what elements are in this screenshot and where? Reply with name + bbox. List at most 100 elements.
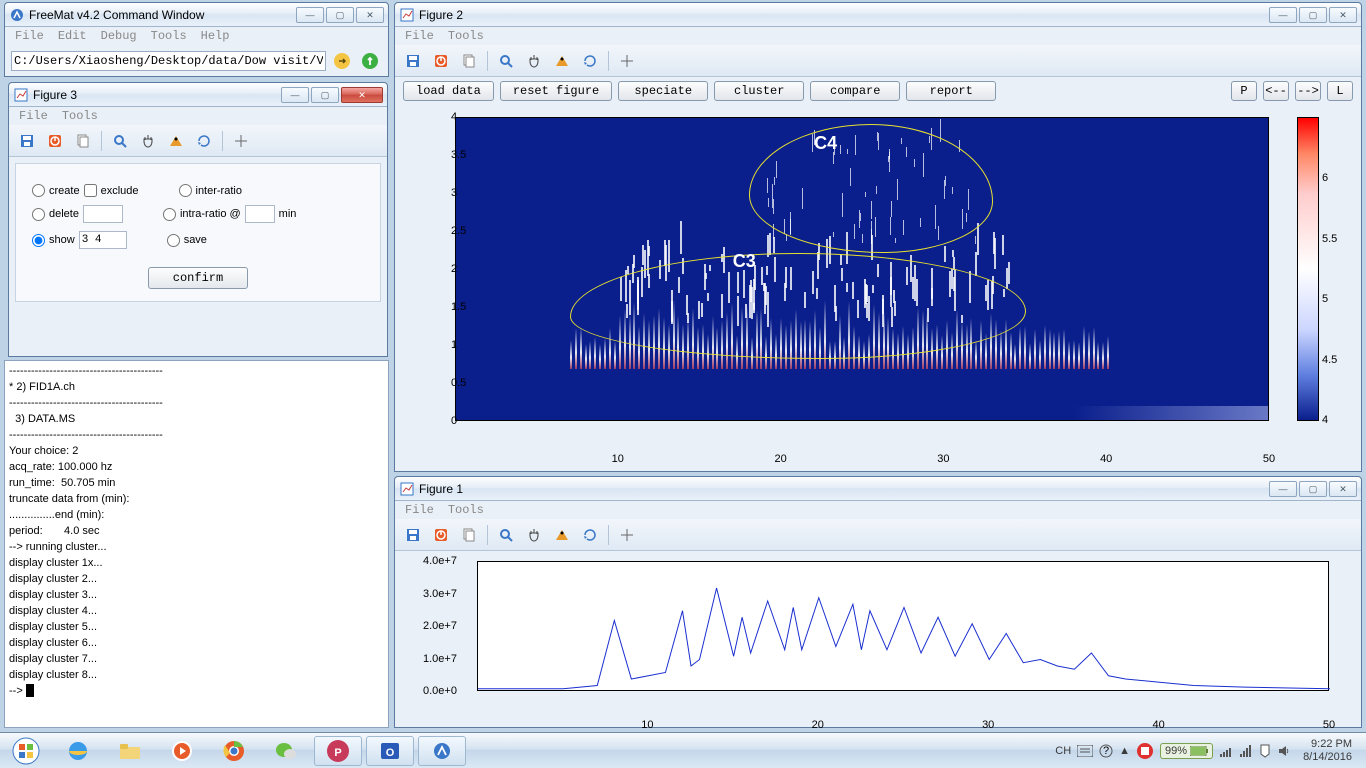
- maximize-button[interactable]: ▢: [1299, 481, 1327, 497]
- help-icon[interactable]: ?: [1099, 744, 1113, 758]
- cluster-button[interactable]: cluster: [714, 81, 804, 101]
- reset-figure-button[interactable]: reset figure: [500, 81, 612, 101]
- maximize-button[interactable]: ▢: [326, 7, 354, 23]
- crosshair-icon[interactable]: [615, 523, 639, 547]
- create-radio[interactable]: create exclude: [32, 184, 139, 197]
- menu-edit[interactable]: Edit: [52, 27, 93, 45]
- path-up-button[interactable]: [358, 49, 382, 73]
- fig3-options-panel: create exclude inter-ratio delete intra-…: [15, 163, 381, 302]
- menu-tools[interactable]: Tools: [145, 27, 193, 45]
- cmdwin-titlebar[interactable]: FreeMat v4.2 Command Window — ▢ ✕: [5, 3, 388, 27]
- wechat-icon[interactable]: [262, 736, 310, 766]
- show-input[interactable]: [79, 231, 127, 249]
- ie-icon[interactable]: [54, 736, 102, 766]
- outlook-icon[interactable]: O: [366, 736, 414, 766]
- copy-icon[interactable]: [457, 49, 481, 73]
- rotate-icon[interactable]: [192, 129, 216, 153]
- minimize-button[interactable]: —: [1269, 7, 1297, 23]
- menu-file[interactable]: File: [399, 501, 440, 519]
- chromatogram-plot[interactable]: 0.0e+01.0e+72.0e+73.0e+74.0e+71020304050: [407, 555, 1349, 715]
- chrome-icon[interactable]: [210, 736, 258, 766]
- maximize-button[interactable]: ▢: [311, 87, 339, 103]
- rotate-icon[interactable]: [578, 523, 602, 547]
- close-button[interactable]: ✕: [1329, 481, 1357, 497]
- inter-ratio-radio[interactable]: inter-ratio: [179, 184, 242, 197]
- keyboard-icon[interactable]: [1077, 745, 1093, 757]
- menu-tools[interactable]: Tools: [56, 107, 104, 125]
- close-button[interactable]: ✕: [356, 7, 384, 23]
- compare-button[interactable]: compare: [810, 81, 900, 101]
- action-center-icon[interactable]: [1259, 744, 1271, 758]
- load-data-button[interactable]: load data: [403, 81, 494, 101]
- rotate-icon[interactable]: [578, 49, 602, 73]
- start-button[interactable]: [2, 736, 50, 766]
- freemat-taskbar-icon[interactable]: [418, 736, 466, 766]
- delete-radio[interactable]: delete: [32, 205, 123, 223]
- save-icon[interactable]: [401, 49, 425, 73]
- exclude-checkbox[interactable]: [84, 184, 97, 197]
- minimize-button[interactable]: —: [296, 7, 324, 23]
- minimize-button[interactable]: —: [1269, 481, 1297, 497]
- crosshair-icon[interactable]: [229, 129, 253, 153]
- menu-file[interactable]: File: [399, 27, 440, 45]
- zoom-icon[interactable]: [494, 49, 518, 73]
- menu-help[interactable]: Help: [195, 27, 236, 45]
- fig1-titlebar[interactable]: Figure 1 — ▢ ✕: [395, 477, 1361, 501]
- explorer-icon[interactable]: [106, 736, 154, 766]
- fig3-titlebar[interactable]: Figure 3 — ▢ ✕: [9, 83, 387, 107]
- lang-indicator[interactable]: CH: [1055, 745, 1071, 757]
- battery-indicator[interactable]: 99%: [1160, 743, 1213, 759]
- close-button[interactable]: ✕: [1329, 7, 1357, 23]
- menu-debug[interactable]: Debug: [95, 27, 143, 45]
- pan-icon[interactable]: [522, 523, 546, 547]
- pan-icon[interactable]: [136, 129, 160, 153]
- heatmap-plot[interactable]: C3C4 44.555.56 00.511.522.533.5410203040…: [407, 109, 1349, 449]
- svg-text:O: O: [386, 747, 395, 759]
- menu-file[interactable]: File: [9, 27, 50, 45]
- network-icon[interactable]: [1219, 744, 1233, 758]
- nav-p-button[interactable]: P: [1231, 81, 1257, 101]
- zoom-icon[interactable]: [494, 523, 518, 547]
- menu-tools[interactable]: Tools: [442, 501, 490, 519]
- peak-icon[interactable]: [550, 523, 574, 547]
- save-icon[interactable]: [401, 523, 425, 547]
- menu-file[interactable]: File: [13, 107, 54, 125]
- crosshair-icon[interactable]: [615, 49, 639, 73]
- show-radio[interactable]: show: [32, 231, 127, 249]
- nav-l-button[interactable]: L: [1327, 81, 1353, 101]
- path-go-button[interactable]: [330, 49, 354, 73]
- volume-icon[interactable]: [1277, 744, 1291, 758]
- media-player-icon[interactable]: [158, 736, 206, 766]
- copy-icon[interactable]: [457, 523, 481, 547]
- show-hidden-icon[interactable]: ▲: [1119, 745, 1130, 757]
- peak-icon[interactable]: [164, 129, 188, 153]
- confirm-button[interactable]: confirm: [148, 267, 248, 289]
- clock[interactable]: 9:22 PM8/14/2016: [1297, 738, 1358, 764]
- minimize-button[interactable]: —: [281, 87, 309, 103]
- psiphon-icon[interactable]: P: [314, 736, 362, 766]
- maximize-button[interactable]: ▢: [1299, 7, 1327, 23]
- console-output[interactable]: ----------------------------------------…: [4, 360, 389, 728]
- intra-ratio-radio[interactable]: intra-ratio @ min: [163, 205, 296, 223]
- menu-tools[interactable]: Tools: [442, 27, 490, 45]
- red-tray-icon[interactable]: [1136, 742, 1154, 760]
- stop-icon[interactable]: [429, 523, 453, 547]
- stop-icon[interactable]: [429, 49, 453, 73]
- wifi-icon[interactable]: [1239, 744, 1253, 758]
- zoom-icon[interactable]: [108, 129, 132, 153]
- pan-icon[interactable]: [522, 49, 546, 73]
- copy-icon[interactable]: [71, 129, 95, 153]
- fig2-titlebar[interactable]: Figure 2 — ▢ ✕: [395, 3, 1361, 27]
- peak-icon[interactable]: [550, 49, 574, 73]
- nav-left-button[interactable]: <--: [1263, 81, 1289, 101]
- path-input[interactable]: [11, 51, 326, 71]
- save-icon[interactable]: [15, 129, 39, 153]
- delete-input[interactable]: [83, 205, 123, 223]
- save-radio[interactable]: save: [167, 234, 207, 247]
- intra-ratio-input[interactable]: [245, 205, 275, 223]
- report-button[interactable]: report: [906, 81, 996, 101]
- stop-icon[interactable]: [43, 129, 67, 153]
- nav-right-button[interactable]: -->: [1295, 81, 1321, 101]
- speciate-button[interactable]: speciate: [618, 81, 708, 101]
- close-button[interactable]: ✕: [341, 87, 383, 103]
